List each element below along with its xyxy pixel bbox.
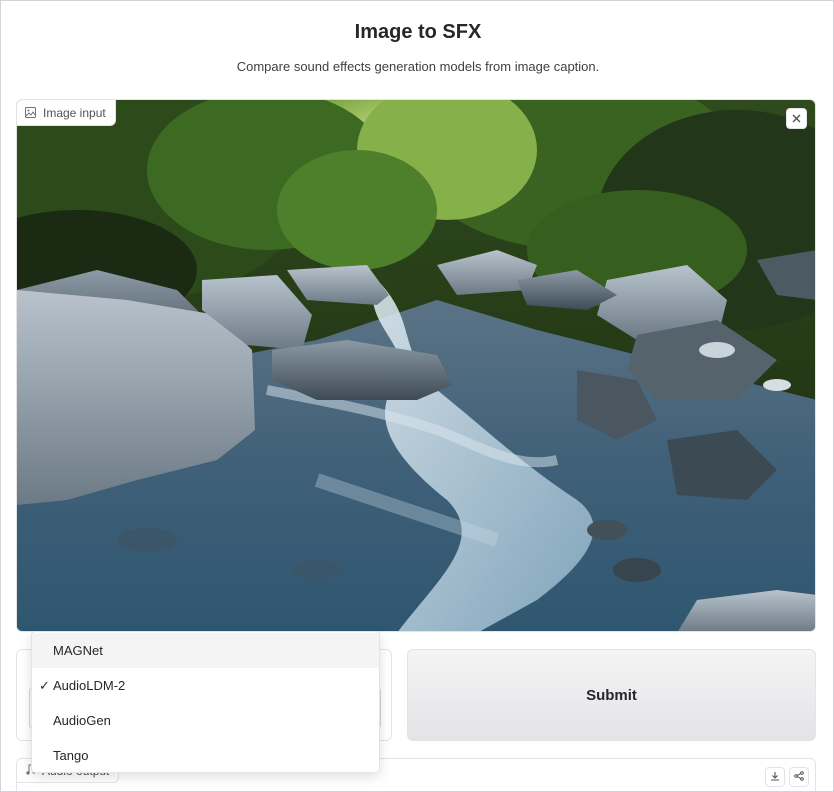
share-icon: [794, 768, 804, 786]
option-label: AudioLDM-2: [53, 678, 126, 693]
model-dropdown-list: MAGNet ✓ AudioLDM-2 AudioGen Tango: [31, 631, 380, 773]
image-input-panel[interactable]: Image input: [16, 99, 816, 632]
close-icon: [792, 110, 801, 128]
uploaded-image: [17, 100, 815, 631]
dropdown-option-magnet[interactable]: MAGNet: [32, 633, 379, 668]
download-button[interactable]: [765, 767, 785, 787]
check-icon: ✓: [39, 677, 50, 693]
image-input-label: Image input: [17, 100, 116, 126]
page-subtitle: Compare sound effects generation models …: [236, 59, 600, 74]
image-input-label-text: Image input: [43, 105, 106, 120]
share-button[interactable]: [789, 767, 809, 787]
dropdown-option-audiogen[interactable]: AudioGen: [32, 703, 379, 738]
option-label: MAGNet: [53, 643, 103, 658]
app-frame: Image to SFX Compare sound effects gener…: [0, 0, 834, 792]
dropdown-option-audioldm-2[interactable]: ✓ AudioLDM-2: [32, 668, 379, 703]
option-label: Tango: [53, 748, 89, 763]
option-label: AudioGen: [53, 713, 111, 728]
submit-button[interactable]: Submit: [407, 649, 816, 741]
page-title: Image to SFX: [354, 21, 482, 43]
dropdown-option-tango[interactable]: Tango: [32, 738, 379, 773]
image-icon: [25, 107, 36, 118]
download-icon: [770, 768, 780, 786]
clear-image-button[interactable]: [786, 108, 807, 129]
